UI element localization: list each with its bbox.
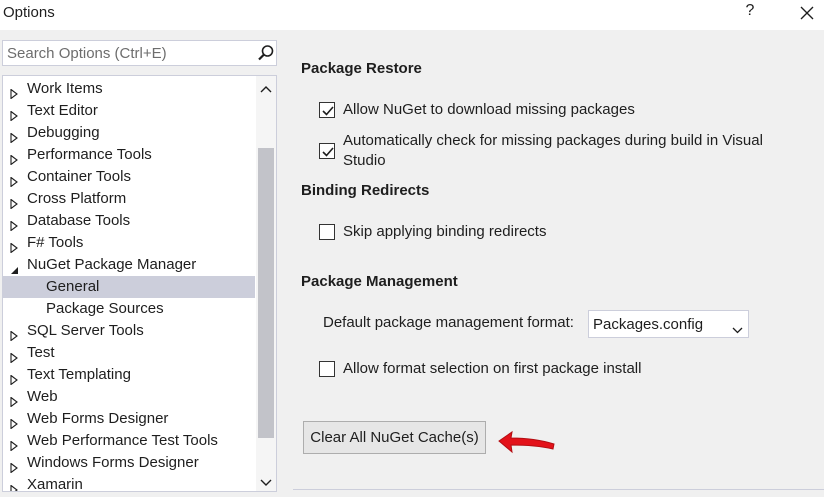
tree-item-label: Web Performance Test Tools: [27, 432, 218, 449]
expand-arrow-icon[interactable]: [9, 150, 19, 166]
tree-item[interactable]: Test: [3, 342, 255, 364]
close-icon[interactable]: [795, 2, 819, 24]
bottom-divider: [293, 489, 824, 490]
tree-item-label: General: [46, 278, 100, 295]
skip-redirects-option[interactable]: Skip applying binding redirects: [319, 222, 546, 242]
search-box: [2, 40, 277, 66]
tree-item-label: Cross Platform: [27, 190, 127, 207]
tree-item-label: Xamarin: [27, 476, 83, 492]
tree-item[interactable]: Debugging: [3, 122, 255, 144]
tree-item[interactable]: Text Editor: [3, 100, 255, 122]
tree-item[interactable]: Text Templating: [3, 364, 255, 386]
tree-item[interactable]: Cross Platform: [3, 188, 255, 210]
tree-item[interactable]: Performance Tools: [3, 144, 255, 166]
package-management-heading: Package Management: [301, 273, 458, 290]
skip-redirects-label: Skip applying binding redirects: [343, 223, 547, 240]
expand-arrow-icon[interactable]: [9, 392, 19, 408]
help-button[interactable]: ?: [740, 2, 760, 24]
expand-arrow-icon[interactable]: [9, 194, 19, 210]
expand-arrow-icon[interactable]: [9, 370, 19, 386]
expand-arrow-icon[interactable]: [9, 348, 19, 364]
tree-item[interactable]: Windows Forms Designer: [3, 452, 255, 474]
tree-item-label: NuGet Package Manager: [27, 256, 197, 273]
tree-item-label: Text Templating: [27, 366, 131, 383]
tree-scrollbar[interactable]: [256, 76, 276, 491]
collapse-arrow-icon[interactable]: [9, 260, 19, 274]
expand-arrow-icon[interactable]: [9, 84, 19, 100]
expand-arrow-icon[interactable]: [9, 436, 19, 452]
tree-item[interactable]: Web Forms Designer: [3, 408, 255, 430]
format-select[interactable]: Packages.config: [588, 310, 749, 338]
tree-item-label: Web Forms Designer: [27, 410, 169, 427]
tree-item-label: Web: [27, 388, 58, 405]
tree-item-label: SQL Server Tools: [27, 322, 144, 339]
expand-arrow-icon[interactable]: [9, 216, 19, 232]
package-restore-heading: Package Restore: [301, 60, 422, 77]
tree-item-label: Package Sources: [46, 300, 164, 317]
expand-arrow-icon[interactable]: [9, 414, 19, 430]
auto-check-option[interactable]: Automatically check for missing packages…: [319, 131, 799, 171]
expand-arrow-icon[interactable]: [9, 172, 19, 188]
clear-cache-button[interactable]: Clear All NuGet Cache(s): [303, 421, 486, 454]
tree-item-label: Work Items: [27, 80, 103, 97]
scroll-down-icon[interactable]: [260, 475, 272, 486]
expand-arrow-icon[interactable]: [9, 326, 19, 342]
tree-item[interactable]: NuGet Package Manager: [3, 254, 255, 276]
window-title: Options: [3, 4, 55, 21]
tree-item[interactable]: General: [3, 276, 255, 298]
allow-format-selection-option[interactable]: Allow format selection on first package …: [319, 359, 641, 379]
tree-item-label: Container Tools: [27, 168, 131, 185]
tree-item-label: Database Tools: [27, 212, 131, 229]
tree-list: Work Items Text Editor Debugging Performanc…: [3, 78, 255, 492]
expand-arrow-icon[interactable]: [9, 238, 19, 254]
format-label: Default package management format:: [323, 314, 574, 331]
expand-arrow-icon[interactable]: [9, 128, 19, 144]
tree-item[interactable]: Xamarin: [3, 474, 255, 492]
chevron-down-icon: [732, 321, 743, 334]
allow-download-label: Allow NuGet to download missing packages: [343, 101, 635, 118]
tree-item-label: Text Editor: [27, 102, 98, 119]
scroll-thumb[interactable]: [258, 148, 274, 438]
expand-arrow-icon[interactable]: [9, 106, 19, 122]
search-input[interactable]: [3, 41, 253, 65]
tree-item[interactable]: Web: [3, 386, 255, 408]
tree-item-label: Performance Tools: [27, 146, 152, 163]
binding-redirects-heading: Binding Redirects: [301, 182, 430, 199]
tree-item[interactable]: Web Performance Test Tools: [3, 430, 255, 452]
skip-redirects-checkbox[interactable]: [319, 224, 335, 240]
format-select-value: Packages.config: [593, 316, 704, 333]
search-icon[interactable]: [257, 44, 275, 62]
tree-item[interactable]: Database Tools: [3, 210, 255, 232]
auto-check-checkbox[interactable]: [319, 143, 335, 159]
tree-item[interactable]: Container Tools: [3, 166, 255, 188]
tree-item-label: F# Tools: [27, 234, 84, 251]
auto-check-label: Automatically check for missing packages…: [343, 132, 763, 169]
tree-item-label: Windows Forms Designer: [27, 454, 199, 471]
options-tree[interactable]: Work Items Text Editor Debugging Performanc…: [2, 75, 277, 492]
tree-item-label: Test: [27, 344, 55, 361]
allow-download-option[interactable]: Allow NuGet to download missing packages: [319, 100, 635, 120]
tree-item-label: Debugging: [27, 124, 100, 141]
title-bar: Options ?: [0, 0, 824, 30]
allow-download-checkbox[interactable]: [319, 102, 335, 118]
expand-arrow-icon[interactable]: [9, 458, 19, 474]
tree-item[interactable]: Package Sources: [3, 298, 255, 320]
allow-format-selection-checkbox[interactable]: [319, 361, 335, 377]
tree-item[interactable]: F# Tools: [3, 232, 255, 254]
annotation-arrow-icon: [496, 428, 558, 458]
tree-item[interactable]: SQL Server Tools: [3, 320, 255, 342]
expand-arrow-icon[interactable]: [9, 480, 19, 491]
tree-item[interactable]: Work Items: [3, 78, 255, 100]
scroll-up-icon[interactable]: [260, 81, 272, 93]
allow-format-selection-label: Allow format selection on first package …: [343, 360, 642, 377]
